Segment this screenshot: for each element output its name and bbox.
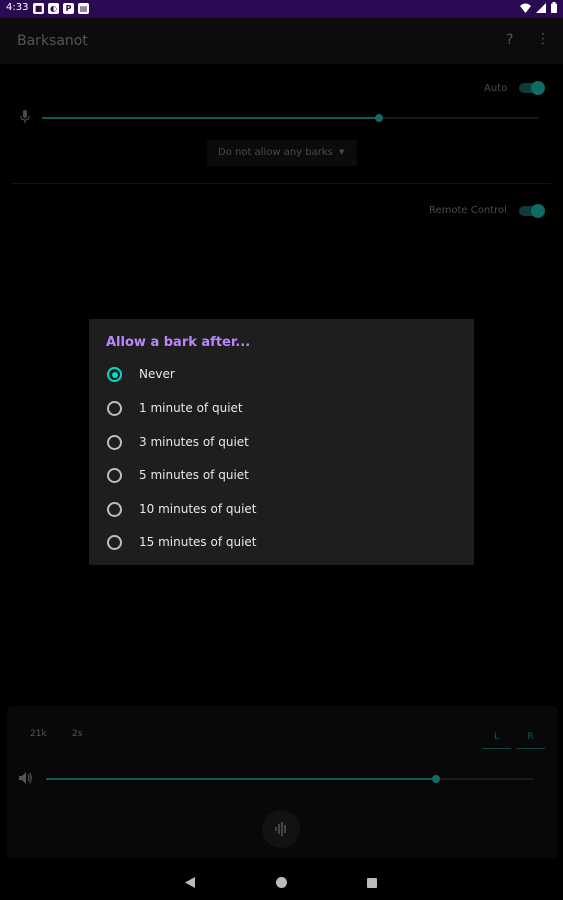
- audio-panel: 21k 2s L R: [7, 706, 558, 859]
- option-10-minutes[interactable]: 10 minutes of quiet: [89, 492, 474, 526]
- remote-control-toggle-knob: [531, 204, 545, 218]
- volume-icon: [19, 772, 32, 784]
- remote-control-label: Remote Control: [429, 205, 507, 216]
- navigation-bar: [0, 863, 563, 900]
- dropdown-arrow-icon: ▼: [339, 148, 345, 156]
- more-vert-icon[interactable]: ⋮: [536, 31, 550, 47]
- option-3-minutes[interactable]: 3 minutes of quiet: [89, 425, 474, 459]
- radio-unchecked-icon[interactable]: [107, 535, 122, 550]
- bark-policy-dropdown[interactable]: Do not allow any barks ▼: [207, 140, 357, 166]
- sensitivity-slider-thumb[interactable]: [375, 114, 383, 122]
- option-label: 1 minute of quiet: [139, 401, 243, 415]
- radio-unchecked-icon[interactable]: [107, 401, 122, 416]
- notification-app-icon-2: ◐: [48, 3, 59, 14]
- listen-button[interactable]: [262, 810, 300, 848]
- notification-icons: ■ ◐ P ▤: [33, 3, 89, 14]
- auto-toggle[interactable]: [519, 81, 545, 95]
- option-label: 10 minutes of quiet: [139, 502, 257, 516]
- recents-icon[interactable]: [367, 878, 377, 888]
- option-label: Never: [139, 367, 175, 381]
- notification-app-icon: ■: [33, 3, 44, 14]
- allow-bark-dialog: Allow a bark after... Never 1 minute of …: [89, 319, 474, 565]
- right-channel-button[interactable]: R: [516, 732, 545, 749]
- signal-icon: [536, 2, 546, 13]
- app-bar: Barksanot ? ⋮: [0, 18, 563, 64]
- status-bar: 4:33 ■ ◐ P ▤: [0, 0, 563, 18]
- option-1-minute[interactable]: 1 minute of quiet: [89, 391, 474, 425]
- divider: [12, 183, 551, 184]
- notification-app-icon-4: ▤: [78, 3, 89, 14]
- app-title: Barksanot: [17, 33, 88, 49]
- option-label: 15 minutes of quiet: [139, 535, 257, 549]
- status-time: 4:33: [6, 2, 29, 13]
- volume-slider-fill: [46, 778, 436, 780]
- radio-unchecked-icon[interactable]: [107, 435, 122, 450]
- auto-toggle-knob: [531, 81, 545, 95]
- auto-label: Auto: [484, 83, 508, 94]
- back-icon[interactable]: [185, 877, 195, 888]
- microphone-icon: [20, 110, 30, 123]
- option-never[interactable]: Never: [89, 357, 474, 391]
- home-icon[interactable]: [276, 877, 287, 888]
- radio-checked-icon[interactable]: [107, 367, 122, 382]
- option-5-minutes[interactable]: 5 minutes of quiet: [89, 458, 474, 492]
- system-icons: [520, 2, 557, 13]
- dialog-title: Allow a bark after...: [106, 335, 251, 350]
- notification-app-icon-3: P: [63, 3, 74, 14]
- duration-label: 2s: [72, 729, 83, 739]
- option-label: 3 minutes of quiet: [139, 435, 249, 449]
- left-channel-button[interactable]: L: [482, 732, 511, 749]
- remote-control-toggle[interactable]: [519, 204, 545, 218]
- sample-rate-label: 21k: [30, 729, 47, 739]
- wifi-icon: [520, 3, 531, 13]
- volume-slider-thumb[interactable]: [432, 775, 440, 783]
- radio-unchecked-icon[interactable]: [107, 502, 122, 517]
- radio-unchecked-icon[interactable]: [107, 468, 122, 483]
- battery-icon: [551, 2, 557, 13]
- help-button[interactable]: ?: [506, 32, 513, 48]
- waveform-icon: [275, 822, 286, 836]
- option-15-minutes[interactable]: 15 minutes of quiet: [89, 525, 474, 559]
- option-label: 5 minutes of quiet: [139, 468, 249, 482]
- bark-policy-selected: Do not allow any barks: [218, 147, 333, 158]
- sensitivity-slider-fill: [42, 117, 379, 119]
